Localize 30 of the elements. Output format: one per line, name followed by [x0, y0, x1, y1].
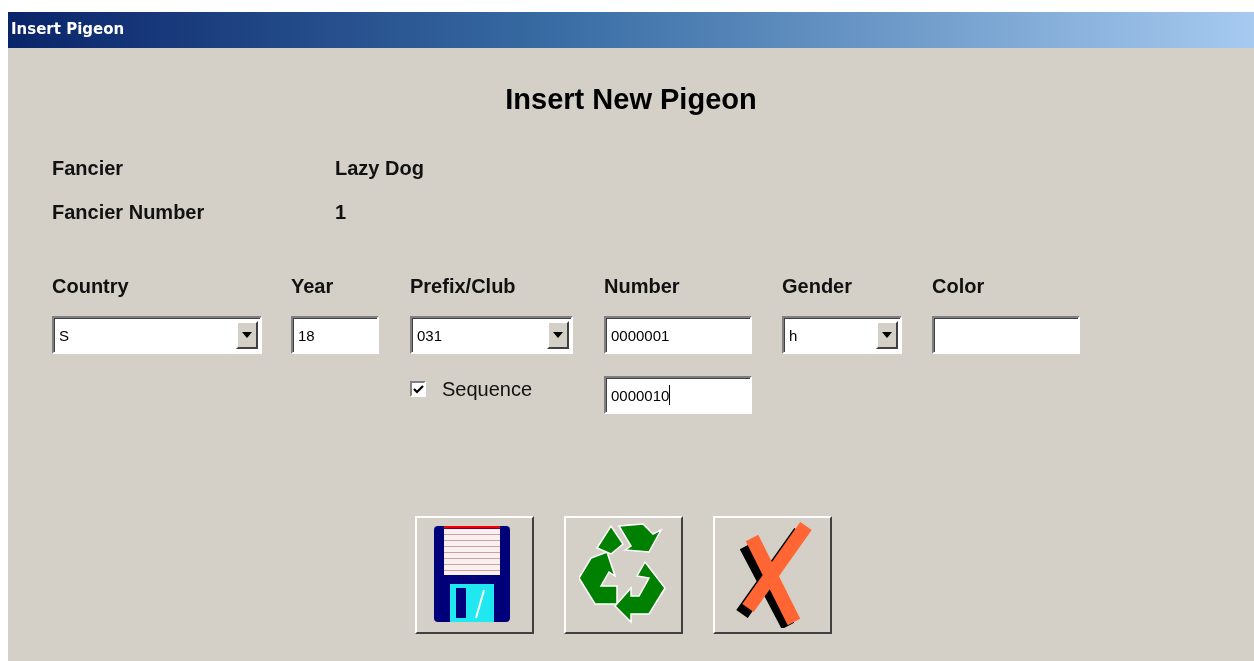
field-label: Year: [291, 274, 335, 298]
window-title: Insert Pigeon: [11, 20, 125, 38]
dropdown-button[interactable]: [876, 321, 898, 349]
dropdown-button[interactable]: [236, 321, 258, 349]
input-field[interactable]: [932, 316, 1080, 354]
info-label: Fancier: [52, 156, 125, 181]
dropdown-field[interactable]: S: [52, 316, 262, 354]
field-label: Prefix/Club: [410, 274, 517, 298]
field-label: Country: [52, 274, 130, 298]
field-label: Number: [604, 274, 681, 298]
field-label: Gender: [782, 274, 854, 298]
info-value: Lazy Dog: [335, 156, 425, 181]
dialog-heading: Insert New Pigeon: [504, 83, 758, 117]
info-value: 1: [335, 200, 348, 225]
checkbox[interactable]: [410, 381, 426, 397]
field-label: Color: [932, 274, 986, 298]
caret-icon: [553, 332, 563, 338]
reset-button[interactable]: [563, 516, 683, 634]
input-field[interactable]: 0000010: [604, 376, 752, 414]
dropdown-button[interactable]: [547, 321, 569, 349]
info-label: Fancier Number: [52, 200, 206, 225]
caret-icon: [882, 332, 892, 338]
dropdown-field[interactable]: h: [782, 316, 902, 354]
save-button[interactable]: [414, 516, 534, 634]
input-field[interactable]: 0000001: [604, 316, 752, 354]
caret-icon: [242, 332, 252, 338]
dropdown-field[interactable]: 031: [410, 316, 573, 354]
cancel-button[interactable]: [712, 516, 832, 634]
input-field[interactable]: 18: [291, 316, 379, 354]
checkbox-label: Sequence: [442, 377, 533, 401]
